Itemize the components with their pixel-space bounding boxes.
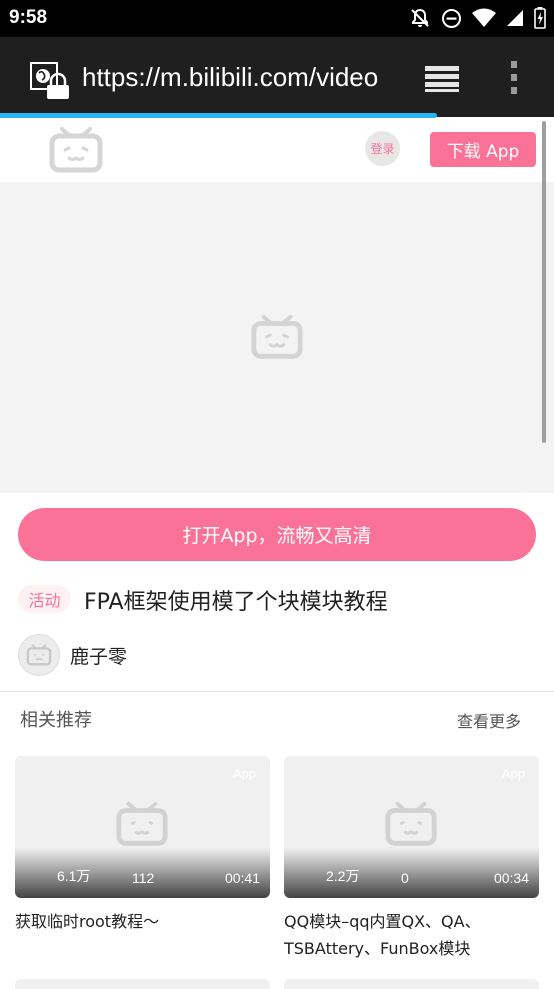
video-duration: 00:41 [224,870,260,886]
video-title-row: 活动 FPA框架使用模了个块模块教程 [18,582,538,616]
app-badge: App [501,766,525,781]
status-bar: 9:58 [0,0,554,37]
notifications-off-icon [409,7,431,29]
video-thumbnail[interactable]: App 6.1万 112 00:41 [15,756,270,898]
status-icons [409,7,546,29]
overflow-menu-icon[interactable] [508,61,520,99]
related-video-title[interactable]: 获取临时root教程～ [15,908,270,935]
video-player[interactable] [0,182,554,493]
status-time: 9:58 [9,7,48,28]
tv-placeholder-icon [384,800,438,852]
site-header: 登录 下载 App [0,118,554,182]
app-badge: App [232,766,256,781]
video-thumbnail[interactable]: App 2.2万 0 00:34 [284,756,539,898]
author-name[interactable]: 鹿子零 [70,642,127,669]
login-button[interactable]: 登录 [365,131,400,166]
activity-tag[interactable]: 活动 [18,585,71,613]
danmaku-count: 0 [401,870,409,886]
wifi-icon [472,8,496,28]
related-video-title[interactable]: QQ模块–qq内置QX、QA、TSBAttery、FunBox模块 [284,908,539,962]
video-duration: 00:34 [493,870,529,886]
tv-placeholder-icon [115,800,169,852]
related-video-card[interactable]: App 2.2万 0 00:34 QQ模块–qq内置QX、QA、TSBAtter… [284,756,539,962]
related-video-card[interactable] [284,979,539,989]
related-video-card[interactable] [15,979,270,989]
browser-toolbar: https://m.bilibili.com/video [0,37,554,117]
open-app-button[interactable]: 打开App，流畅又高清 [18,508,536,561]
scrollbar[interactable] [542,121,546,443]
view-count: 2.2万 [326,868,360,884]
tv-placeholder-icon [250,313,304,365]
site-info-lock-icon[interactable] [29,61,71,105]
do-not-disturb-icon [441,8,462,29]
see-more-link[interactable]: 查看更多 [457,708,521,732]
related-section-title: 相关推荐 [20,710,92,731]
video-title: FPA框架使用模了个块模块教程 [84,590,388,615]
cell-signal-icon [506,9,524,27]
download-app-button[interactable]: 下载 App [430,132,536,167]
related-video-card[interactable]: App 6.1万 112 00:41 获取临时root教程～ [15,756,270,935]
view-count: 6.1万 [57,868,91,884]
tabs-switcher-icon[interactable] [422,64,462,98]
divider [0,691,554,692]
url-field[interactable]: https://m.bilibili.com/video [82,62,392,96]
danmaku-count: 112 [132,870,155,886]
battery-icon [534,7,546,29]
avatar[interactable] [18,634,60,676]
bilibili-logo-icon[interactable] [48,126,104,178]
